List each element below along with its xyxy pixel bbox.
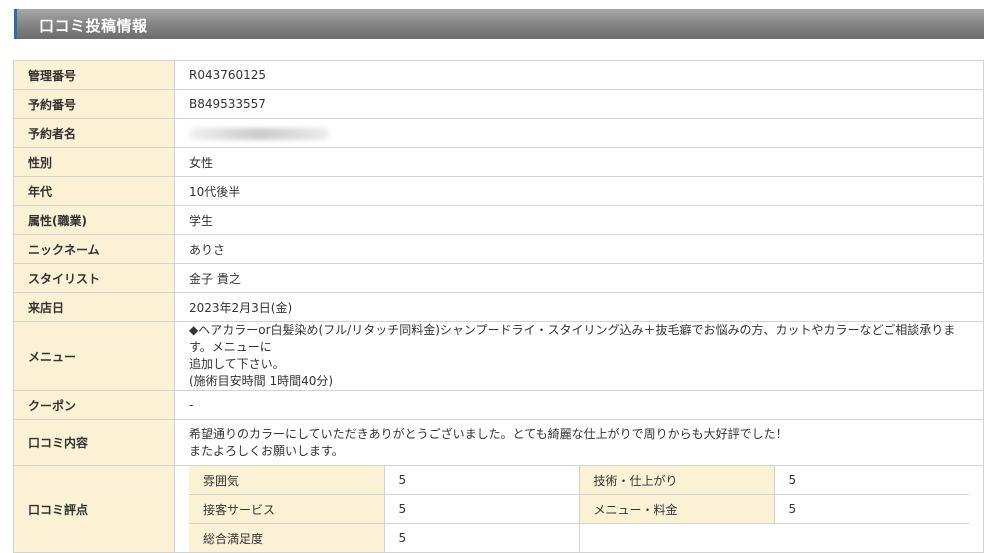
row-gender: 性別 女性 [13, 147, 984, 177]
score-value-service: 5 [383, 494, 580, 524]
row-reservation-no: 予約番号 B849533557 [13, 89, 984, 119]
value-age: 10代後半 [174, 176, 984, 206]
value-coupon: - [174, 390, 984, 420]
value-stylist: 金子 貴之 [174, 263, 984, 293]
score-value-atmosphere: 5 [383, 465, 580, 495]
review-line-2: またよろしくお願いします。 [189, 443, 344, 458]
score-row: 接客サービス 5 メニュー・料金 5 [188, 494, 970, 524]
label-stylist: スタイリスト [13, 263, 175, 293]
label-management-no: 管理番号 [13, 60, 175, 90]
row-stylist: スタイリスト 金子 貴之 [13, 263, 984, 293]
section-header: 口コミ投稿情報 [14, 9, 984, 39]
label-review-score: 口コミ評点 [13, 465, 175, 553]
score-table: 雰囲気 5 技術・仕上がり 5 接客サービス 5 メニュー・料金 5 総合満足度… [188, 465, 970, 553]
label-reservation-no: 予約番号 [13, 89, 175, 119]
menu-line-2: 追加して下さい。 [189, 357, 285, 371]
value-review-score: 雰囲気 5 技術・仕上がり 5 接客サービス 5 メニュー・料金 5 総合満足度… [174, 465, 984, 553]
score-label-service: 接客サービス [188, 494, 385, 524]
label-review-content: 口コミ内容 [13, 419, 175, 466]
score-empty-cell [579, 523, 774, 552]
row-management-no: 管理番号 R043760125 [13, 60, 984, 90]
value-gender: 女性 [174, 147, 984, 177]
review-info-table: 管理番号 R043760125 予約番号 B849533557 予約者名 性別 … [13, 60, 984, 553]
label-coupon: クーポン [13, 390, 175, 420]
value-occupation: 学生 [174, 205, 984, 235]
score-row: 雰囲気 5 技術・仕上がり 5 [188, 465, 970, 495]
value-reserver-name [174, 118, 984, 148]
row-visit-date: 来店日 2023年2月3日(金) [13, 292, 984, 322]
score-label-overall: 総合満足度 [188, 523, 385, 553]
section-title: 口コミ投稿情報 [39, 17, 148, 35]
menu-line-1: ◆ヘアカラーor白髪染め(フル/リタッチ同料金)シャンプードライ・スタイリング込… [189, 323, 956, 354]
row-coupon: クーポン - [13, 390, 984, 420]
score-label-atmosphere: 雰囲気 [188, 465, 385, 495]
score-value-technique: 5 [773, 465, 970, 495]
score-label-menu-price: メニュー・料金 [578, 494, 775, 524]
score-value-menu-price: 5 [773, 494, 970, 524]
row-review-score: 口コミ評点 雰囲気 5 技術・仕上がり 5 接客サービス 5 メニュー・料金 5… [13, 465, 984, 553]
row-occupation: 属性(職業) 学生 [13, 205, 984, 235]
menu-line-3: (施術目安時間 1時間40分) [189, 374, 334, 388]
label-occupation: 属性(職業) [13, 205, 175, 235]
value-management-no: R043760125 [174, 60, 984, 90]
row-menu: メニュー ◆ヘアカラーor白髪染め(フル/リタッチ同料金)シャンプードライ・スタ… [13, 321, 984, 391]
row-nickname: ニックネーム ありさ [13, 234, 984, 264]
row-reserver-name: 予約者名 [13, 118, 984, 148]
label-nickname: ニックネーム [13, 234, 175, 264]
row-review-content: 口コミ内容 希望通りのカラーにしていただきありがとうございました。とても綺麗な仕… [13, 419, 984, 466]
blurred-name [189, 127, 329, 140]
label-reserver-name: 予約者名 [13, 118, 175, 148]
value-reservation-no: B849533557 [174, 89, 984, 119]
label-menu: メニュー [13, 321, 175, 391]
review-line-1: 希望通りのカラーにしていただきありがとうございました。とても綺麗な仕上がりで周り… [189, 426, 788, 441]
label-age: 年代 [13, 176, 175, 206]
value-review-content: 希望通りのカラーにしていただきありがとうございました。とても綺麗な仕上がりで周り… [174, 419, 984, 466]
label-gender: 性別 [13, 147, 175, 177]
score-value-overall: 5 [383, 523, 580, 553]
score-label-technique: 技術・仕上がり [578, 465, 775, 495]
value-nickname: ありさ [174, 234, 984, 264]
row-age: 年代 10代後半 [13, 176, 984, 206]
value-visit-date: 2023年2月3日(金) [174, 292, 984, 322]
score-empty-cell [774, 523, 969, 552]
label-visit-date: 来店日 [13, 292, 175, 322]
value-menu: ◆ヘアカラーor白髪染め(フル/リタッチ同料金)シャンプードライ・スタイリング込… [174, 321, 984, 391]
score-row: 総合満足度 5 [188, 523, 969, 553]
